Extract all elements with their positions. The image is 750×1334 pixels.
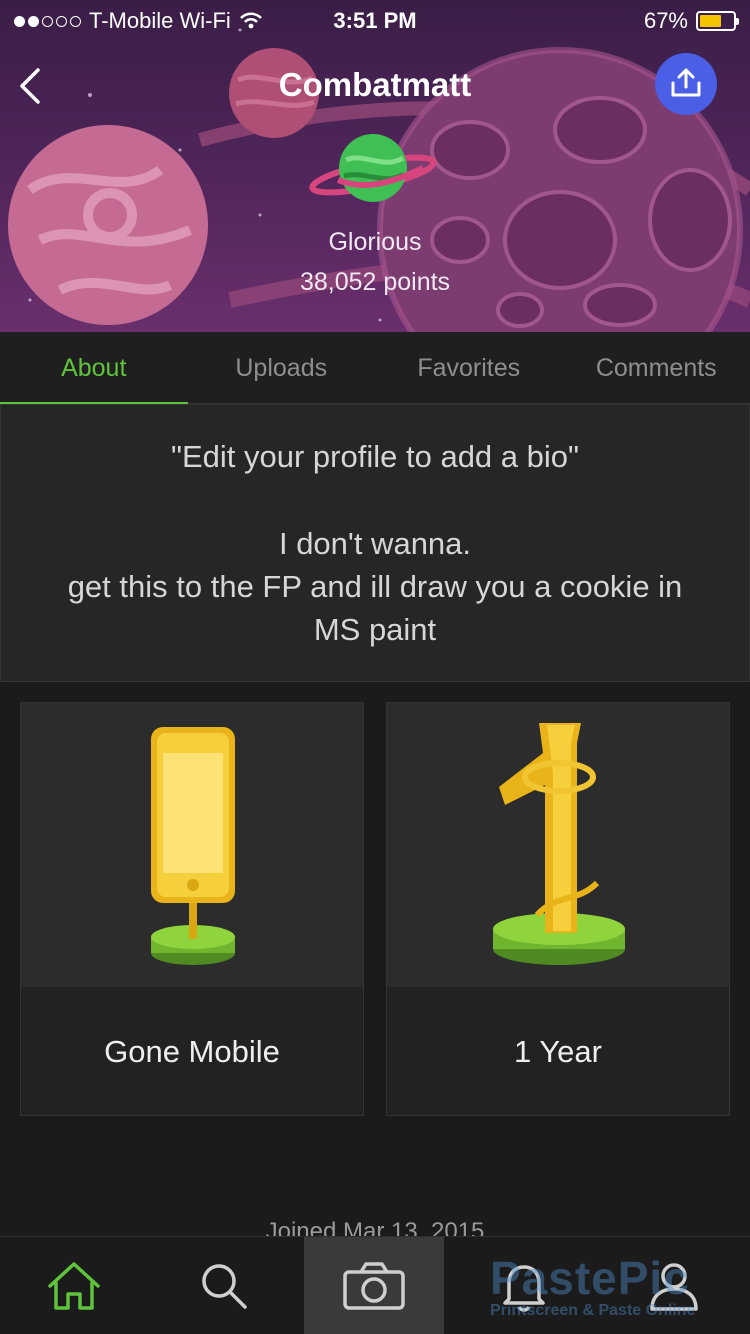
nav-notifications[interactable] [454,1237,594,1334]
home-icon [48,1262,100,1310]
upload-share-icon [671,68,701,97]
bio-text-line: get this to the FP and ill draw you a co… [67,569,683,604]
bio-text-line: I don't wanna. [278,526,472,561]
nav-search[interactable] [154,1237,294,1334]
user-icon [650,1263,698,1311]
gold-number-one-trophy-icon [493,723,625,965]
user-rank: Glorious [328,228,422,256]
trophy-card[interactable]: 1 Year [386,702,730,1116]
status-time: 3:51 PM [333,8,417,33]
user-points: 38,052 points [299,268,451,296]
trophy-art [21,703,363,987]
profile-header: T-Mobile Wi-Fi 3:51 PM 67% Combatmatt Gl… [0,0,750,332]
trophy-card[interactable]: Gone Mobile [20,702,364,1116]
tab-favorites[interactable]: Favorites [375,332,563,404]
planet-avatar-icon [309,134,437,202]
camera-icon [343,1262,405,1310]
battery-icon [696,11,739,31]
trophy-name: Gone Mobile [104,1034,280,1069]
gold-phone-trophy-icon [151,727,235,965]
bio-placeholder: "Edit your profile to add a bio" [170,439,580,474]
share-button[interactable] [655,53,717,115]
nav-upload[interactable] [304,1237,444,1334]
status-bar: T-Mobile Wi-Fi 3:51 PM 67% [0,0,750,40]
page-title: Combatmatt [278,66,472,103]
nav-home[interactable] [4,1237,144,1334]
bottom-navigation [0,1236,750,1334]
battery-percent: 67% [643,8,688,33]
profile-tabs: About Uploads Favorites Comments [0,332,750,405]
nav-profile[interactable] [604,1237,744,1334]
tab-uploads[interactable]: Uploads [188,332,376,404]
search-icon [202,1264,247,1309]
tab-about[interactable]: About [0,332,188,405]
tab-comments[interactable]: Comments [563,332,750,404]
bio-panel: "Edit your profile to add a bio" I don't… [0,404,750,682]
trophy-art [387,703,729,987]
bio-text-line: MS paint [313,612,437,647]
trophy-name: 1 Year [514,1034,602,1069]
bell-icon [503,1265,545,1312]
